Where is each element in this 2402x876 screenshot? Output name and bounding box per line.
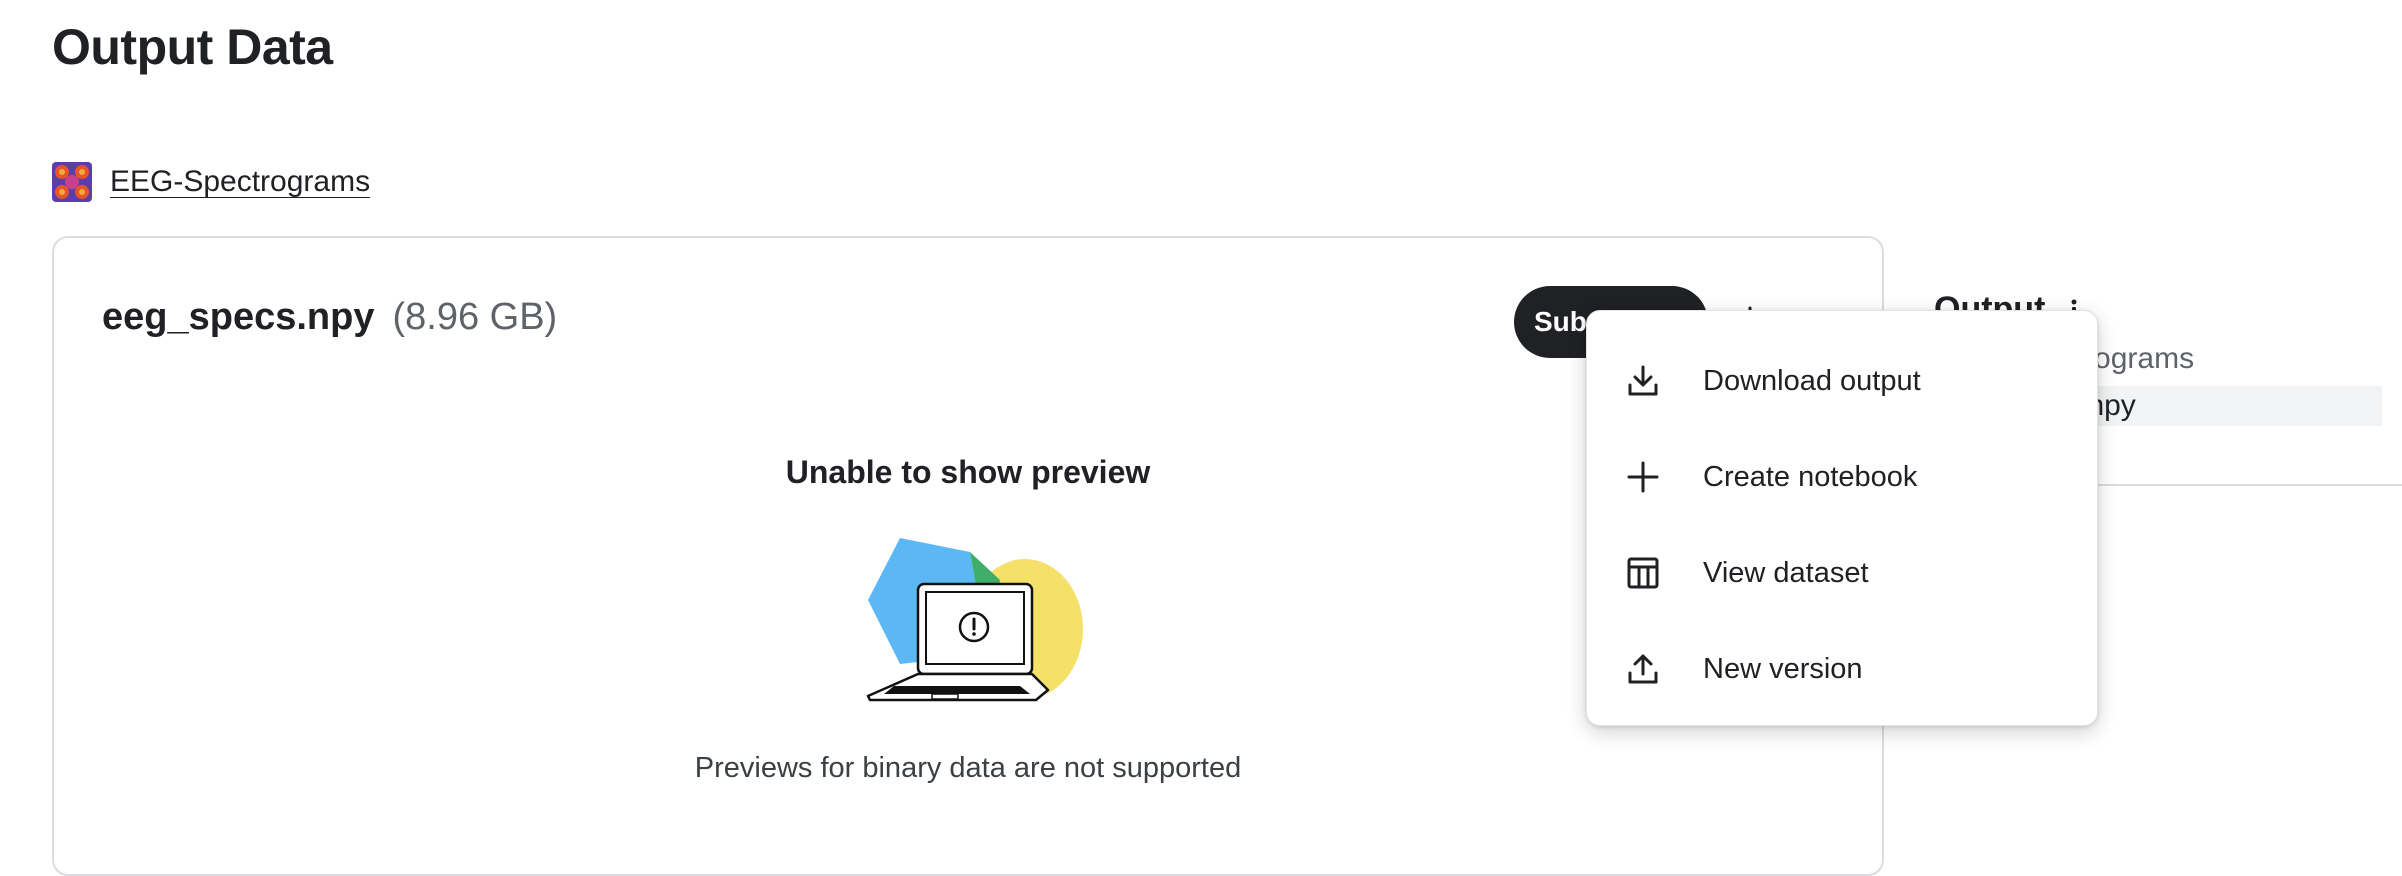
- file-name: eeg_specs.npy: [102, 296, 375, 338]
- menu-item-label: New version: [1703, 652, 1863, 685]
- menu-item-label: View dataset: [1703, 556, 1869, 589]
- dataset-thumbnail: [52, 162, 92, 202]
- table-icon: [1623, 553, 1663, 593]
- upload-icon: [1623, 649, 1663, 689]
- menu-item-view-dataset[interactable]: View dataset: [1587, 525, 2097, 621]
- page-title: Output Data: [52, 19, 333, 75]
- laptop-warning-illustration: [866, 538, 1083, 702]
- dataset-name: EEG-Spectrograms: [110, 165, 371, 198]
- file-size: (8.96 GB): [392, 296, 558, 338]
- menu-item-new-version[interactable]: New version: [1587, 621, 2097, 717]
- menu-item-label: Create notebook: [1703, 460, 1918, 493]
- preview-message: Previews for binary data are not support…: [694, 752, 1242, 784]
- dataset-link[interactable]: EEG-Spectrograms: [52, 160, 370, 204]
- menu-item-create-notebook[interactable]: Create notebook: [1587, 429, 2097, 525]
- menu-item-label: Download output: [1703, 364, 1921, 397]
- actions-menu: Download output Create notebook View dat…: [1586, 310, 2098, 726]
- file-header: eeg_specs.npy (8.96 GB): [102, 296, 557, 339]
- download-icon: [1623, 361, 1663, 401]
- menu-item-download-output[interactable]: Download output: [1587, 333, 2097, 429]
- plus-icon: [1623, 457, 1663, 497]
